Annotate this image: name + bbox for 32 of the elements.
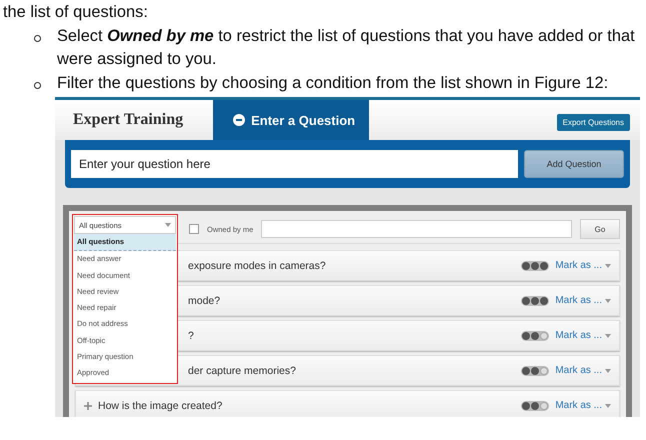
bullet-icon	[34, 82, 41, 88]
mark-as-link[interactable]: Mark as ...	[555, 295, 602, 306]
caret-icon	[605, 368, 611, 372]
caret-icon	[605, 404, 611, 408]
mark-as-link[interactable]: Mark as ...	[555, 260, 602, 271]
mark-as-link[interactable]: Mark as ...	[555, 330, 602, 341]
caret-icon	[165, 223, 171, 227]
question-text: exposure modes in cameras?	[188, 260, 326, 272]
intro-text: the list of questions:	[3, 2, 149, 23]
search-field[interactable]	[261, 220, 572, 238]
caret-icon	[605, 334, 611, 338]
go-button[interactable]: Go	[580, 219, 620, 239]
app-title: Expert Training	[73, 110, 184, 130]
export-button[interactable]: Export Questions	[556, 114, 630, 131]
bullet-icon	[34, 34, 41, 42]
question-text: ?	[188, 330, 194, 342]
caret-icon	[605, 298, 611, 302]
checkbox[interactable]	[189, 224, 199, 234]
mark-as-link[interactable]: Mark as ...	[555, 400, 602, 411]
bullet-text: Select Owned by me to restrict the list of questions that you have added or that were assigned to you.	[57, 26, 636, 70]
question-text: mode?	[188, 294, 220, 306]
enter-question-tab[interactable]: Enter a Question	[213, 100, 370, 140]
question-text: How is the image created?	[98, 400, 222, 412]
question-field[interactable]: Enter your question here	[71, 150, 518, 178]
plus-icon[interactable]	[84, 402, 92, 410]
question-text: der capture memories?	[188, 364, 296, 376]
mark-as-link[interactable]: Mark as ...	[555, 365, 602, 376]
question-row[interactable]: How is the image created? Mark as ...	[75, 390, 620, 417]
caret-icon	[605, 264, 611, 268]
bullet-text: Filter the questions by choosing a condition from the list shown in Figure 12:	[57, 72, 608, 94]
minus-icon	[233, 114, 246, 126]
add-question-button[interactable]: Add Question	[524, 150, 624, 178]
